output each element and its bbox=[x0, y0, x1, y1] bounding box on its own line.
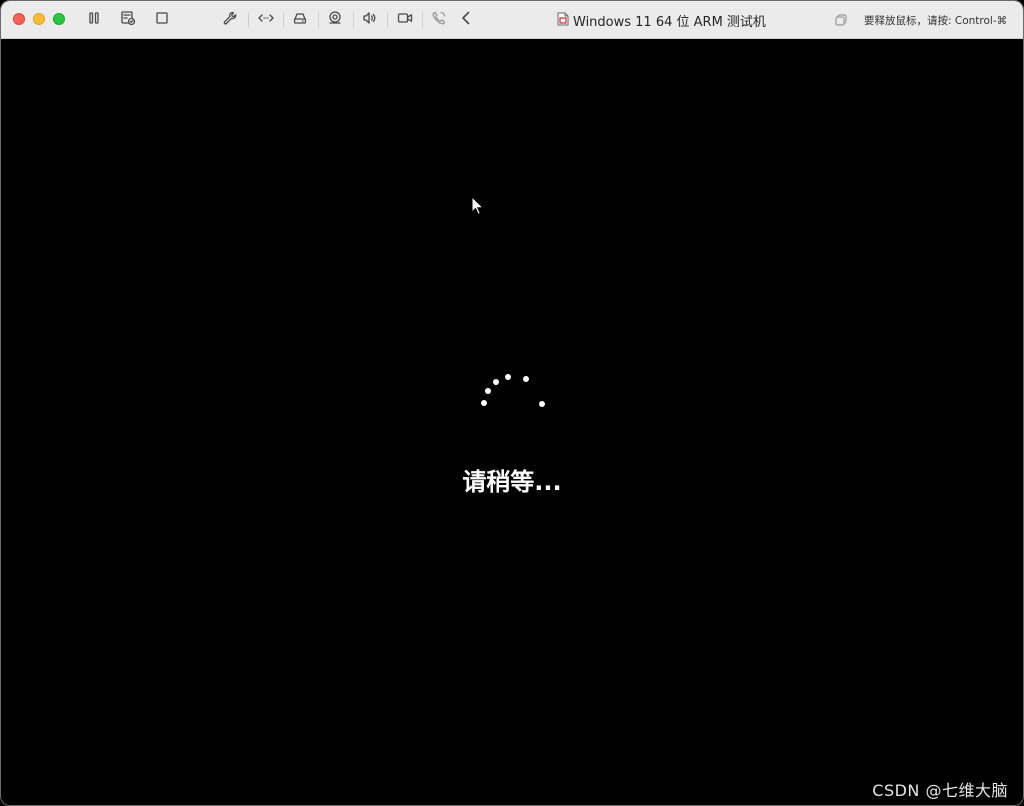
snapshot-button[interactable] bbox=[118, 10, 138, 30]
pause-button[interactable] bbox=[84, 10, 104, 30]
toolbar-separator bbox=[248, 12, 249, 28]
copy-icon bbox=[834, 12, 848, 26]
toolbar-separator bbox=[353, 12, 354, 28]
disk-icon bbox=[292, 10, 308, 30]
release-mouse-hint: 要释放鼠标，请按: Control-⌘ bbox=[864, 15, 1008, 27]
settings-button[interactable] bbox=[220, 10, 240, 30]
spinner-dot bbox=[523, 376, 529, 382]
network-button[interactable] bbox=[256, 10, 276, 30]
toolbar-separator bbox=[283, 12, 284, 28]
spinner-dot bbox=[505, 374, 511, 380]
disk-button[interactable] bbox=[290, 10, 310, 30]
vm-document-icon bbox=[557, 11, 569, 30]
please-wait-text: 请稍等... bbox=[462, 468, 562, 496]
loading-spinner bbox=[478, 372, 548, 412]
phone-icon bbox=[431, 10, 447, 30]
spinner-dot bbox=[481, 400, 487, 406]
settings-wrench-icon bbox=[222, 10, 238, 30]
collapse-chevron-icon bbox=[458, 10, 474, 30]
usb-button[interactable] bbox=[325, 10, 345, 30]
usb-icon bbox=[327, 10, 343, 30]
guest-screen[interactable] bbox=[1, 39, 1023, 805]
toolbar-separator bbox=[387, 12, 388, 28]
toolbar-separator bbox=[422, 12, 423, 28]
zoom-button[interactable] bbox=[53, 13, 65, 25]
toolbar-separator bbox=[318, 12, 319, 28]
close-button[interactable] bbox=[13, 13, 25, 25]
watermark: CSDN @七维大脑 bbox=[872, 781, 1008, 800]
title-bar: Windows 11 64 位 ARM 测试机 要释放鼠标，请按: Contro… bbox=[1, 1, 1023, 39]
sound-button[interactable] bbox=[359, 10, 379, 30]
spinner-dot bbox=[493, 379, 499, 385]
network-icon bbox=[258, 10, 274, 30]
sound-icon bbox=[361, 10, 377, 30]
camera-icon bbox=[397, 10, 413, 30]
pause-icon bbox=[86, 10, 102, 30]
collapse-toolbar-button[interactable] bbox=[456, 10, 476, 30]
window-title: Windows 11 64 位 ARM 测试机 bbox=[557, 11, 766, 30]
snapshot-icon bbox=[120, 10, 136, 30]
spinner-dot bbox=[539, 401, 545, 407]
stop-button[interactable] bbox=[152, 10, 172, 30]
phone-button[interactable] bbox=[429, 10, 449, 30]
camera-button[interactable] bbox=[395, 10, 415, 30]
window-title-text: Windows 11 64 位 ARM 测试机 bbox=[573, 14, 766, 30]
spinner-dot bbox=[485, 388, 491, 394]
stop-icon bbox=[154, 10, 170, 30]
mouse-pointer-icon bbox=[471, 195, 485, 216]
minimize-button[interactable] bbox=[33, 13, 45, 25]
